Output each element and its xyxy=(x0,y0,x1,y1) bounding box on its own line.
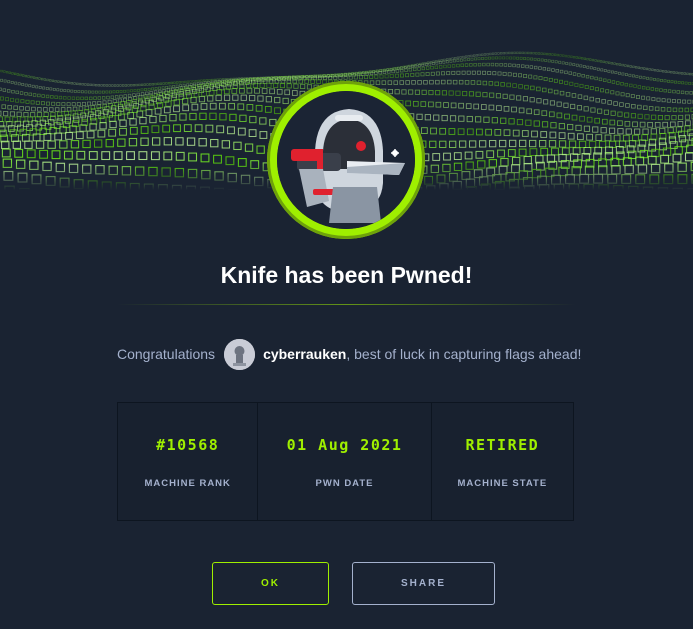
ok-button[interactable]: OK xyxy=(212,562,329,605)
stat-machine-state: RETIRED MACHINE STATE xyxy=(432,403,573,520)
machine-rank-value: #10568 xyxy=(156,436,220,454)
pwn-date-label: PWN DATE xyxy=(315,478,374,489)
machine-state-label: MACHINE STATE xyxy=(457,478,548,489)
page-title: Knife has been Pwned! xyxy=(220,262,473,288)
stat-pwn-date: 01 Aug 2021 PWN DATE xyxy=(258,403,432,520)
congrats-message: Congratulations cyberrauken , best of lu… xyxy=(117,338,617,370)
stat-machine-rank: #10568 MACHINE RANK xyxy=(118,403,259,520)
machine-avatar xyxy=(267,81,425,239)
congrats-suffix: , best of luck in capturing flags ahead! xyxy=(346,346,582,362)
machine-rank-label: MACHINE RANK xyxy=(144,478,231,489)
user-avatar-icon[interactable] xyxy=(224,338,256,370)
machine-state-value: RETIRED xyxy=(465,436,540,454)
title-divider xyxy=(117,304,576,305)
username-link[interactable]: cyberrauken xyxy=(263,346,346,362)
robot-knife-icon xyxy=(277,91,415,229)
stats-panel: #10568 MACHINE RANK 01 Aug 2021 PWN DATE… xyxy=(117,402,574,521)
congrats-prefix: Congratulations xyxy=(117,346,216,362)
pwn-date-value: 01 Aug 2021 xyxy=(286,436,403,454)
share-button[interactable]: SHARE xyxy=(352,562,495,605)
